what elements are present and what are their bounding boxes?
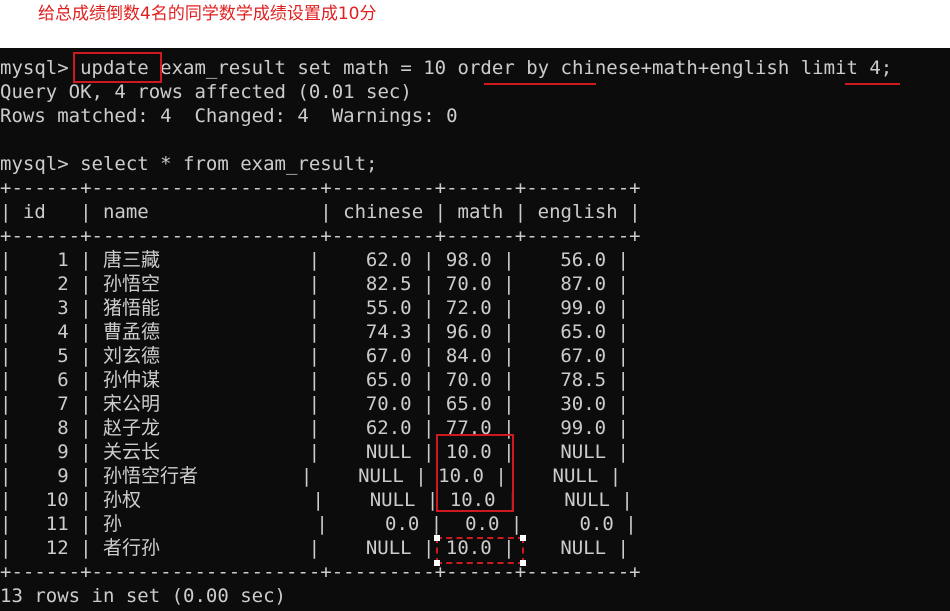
table-border-bottom: +------+--------------------+---------+-… — [0, 561, 641, 583]
terminal-line-rows-matched: Rows matched: 4 Changed: 4 Warnings: 0 — [0, 105, 458, 127]
selection-handle — [434, 560, 440, 566]
order-by-underline — [484, 83, 596, 85]
selection-handle — [434, 535, 440, 541]
table-row: | 8 | 赵子龙 | 62.0 | 77.0 | 99.0 | — [0, 417, 629, 439]
table-row: | 9 | 孙悟空行者 | NULL | 10.0 | NULL | — [0, 465, 622, 487]
table-row: | 5 | 刘玄德 | 67.0 | 84.0 | 67.0 | — [0, 345, 629, 367]
table-row: | 2 | 孙悟空 | 82.5 | 70.0 | 87.0 | — [0, 273, 629, 295]
terminal-window[interactable]: mysql> update exam_result set math = 10 … — [0, 48, 950, 611]
table-border-top: +------+--------------------+---------+-… — [0, 177, 641, 199]
selection-handle — [520, 535, 526, 541]
selection-handle — [520, 560, 526, 566]
terminal-line-query-ok: Query OK, 4 rows affected (0.01 sec) — [0, 81, 412, 103]
table-row: | 11 | 孙 | 0.0 | 0.0 | 0.0 | — [0, 513, 637, 535]
table-row: | 4 | 曹孟德 | 74.3 | 96.0 | 65.0 | — [0, 321, 629, 343]
table-row: | 7 | 宋公明 | 70.0 | 65.0 | 30.0 | — [0, 393, 629, 415]
table-row: | 3 | 猪悟能 | 55.0 | 72.0 | 99.0 | — [0, 297, 629, 319]
terminal-line-rows-in-set: 13 rows in set (0.00 sec) — [0, 585, 286, 607]
update-keyword-highlight-box — [73, 52, 162, 83]
selected-cell-dashed-box — [434, 535, 526, 566]
table-row: | 12 | 者行孙 | NULL | 10.0 | NULL | — [0, 537, 629, 559]
updated-math-highlight-box — [436, 434, 514, 512]
table-header-row: | id | name | chinese | math | english | — [0, 201, 641, 223]
table-row: | 9 | 关云长 | NULL | 10.0 | NULL | — [0, 441, 629, 463]
terminal-line-select-command: mysql> select * from exam_result; — [0, 153, 378, 175]
annotation-caption: 给总成绩倒数4名的同学数学成绩设置成10分 — [38, 4, 377, 24]
table-border-header: +------+--------------------+---------+-… — [0, 225, 641, 247]
table-row: | 10 | 孙权 | NULL | 10.0 | NULL | — [0, 489, 633, 511]
table-row: | 6 | 孙仲谋 | 65.0 | 70.0 | 78.5 | — [0, 369, 629, 391]
limit-underline — [845, 83, 900, 85]
table-row: | 1 | 唐三藏 | 62.0 | 98.0 | 56.0 | — [0, 249, 629, 271]
